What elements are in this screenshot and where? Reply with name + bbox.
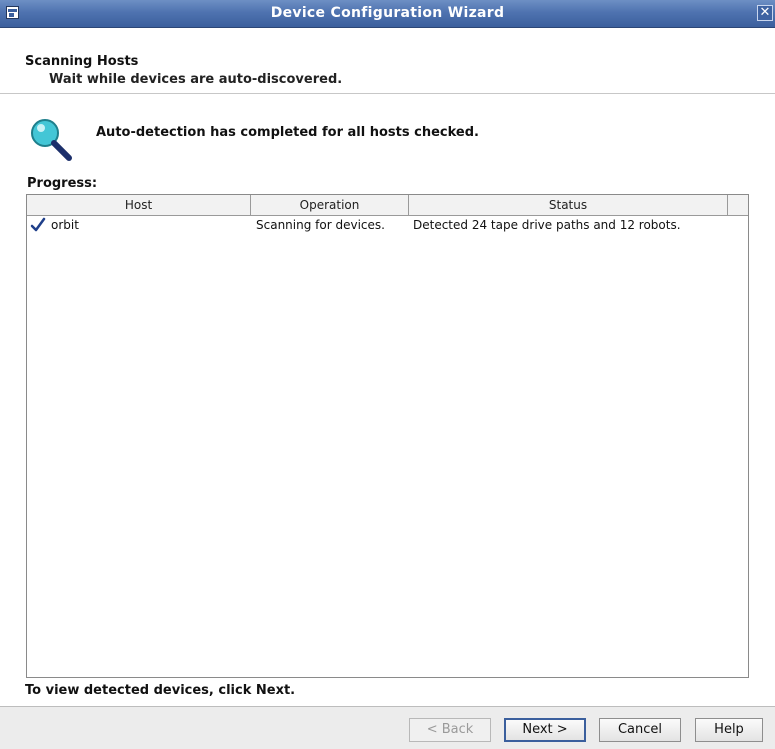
progress-label: Progress:	[27, 176, 98, 191]
progress-table[interactable]: Host Operation Status orbit Scanning for…	[26, 194, 749, 678]
footer-note: To view detected devices, click Next.	[25, 683, 296, 698]
table-row[interactable]: orbit Scanning for devices. Detected 24 …	[27, 216, 748, 234]
wizard-header: Scanning Hosts Wait while devices are au…	[0, 28, 775, 94]
check-icon	[30, 217, 46, 232]
step-subtitle: Wait while devices are auto-discovered.	[49, 72, 343, 87]
column-header-operation[interactable]: Operation	[251, 195, 409, 215]
host-cell: orbit	[51, 218, 79, 232]
close-button[interactable]: ✕	[757, 5, 773, 21]
status-message: Auto-detection has completed for all hos…	[96, 125, 479, 140]
status-cell: Detected 24 tape drive paths and 12 robo…	[413, 218, 681, 232]
column-header-host[interactable]: Host	[27, 195, 251, 215]
wizard-window: Device Configuration Wizard ✕ Scanning H…	[0, 0, 775, 749]
magnifier-icon	[31, 119, 72, 161]
column-header-status[interactable]: Status	[409, 195, 728, 215]
table-header: Host Operation Status	[27, 195, 748, 216]
operation-cell: Scanning for devices.	[256, 218, 385, 232]
title-bar[interactable]: Device Configuration Wizard ✕	[0, 0, 775, 28]
button-separator	[0, 706, 775, 707]
column-header-filler	[728, 195, 748, 215]
window-title: Device Configuration Wizard	[270, 5, 505, 21]
help-button[interactable]: Help	[695, 718, 763, 742]
next-button[interactable]: Next >	[504, 718, 586, 742]
cancel-button[interactable]: Cancel	[599, 718, 681, 742]
step-title: Scanning Hosts	[25, 54, 139, 69]
back-button[interactable]: < Back	[409, 718, 491, 742]
